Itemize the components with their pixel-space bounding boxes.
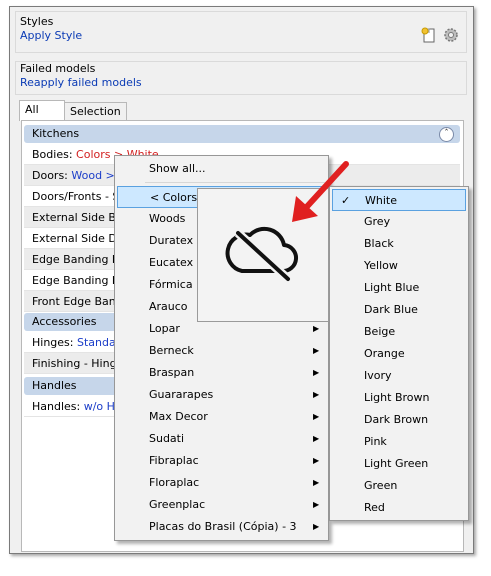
colors-submenu: ✓ White Grey Black Yellow Light Blue Dark…	[329, 186, 469, 521]
color-item-black[interactable]: Black	[332, 233, 466, 255]
tab-selection[interactable]: Selection	[64, 102, 127, 121]
color-item-light-green[interactable]: Light Green	[332, 453, 466, 475]
color-item-light-blue[interactable]: Light Blue	[332, 277, 466, 299]
collapse-icon[interactable]: ˆ	[439, 127, 454, 142]
new-document-icon[interactable]	[420, 26, 438, 44]
color-item-red[interactable]: Red	[332, 497, 466, 519]
submenu-arrow-icon: ▶	[313, 346, 320, 355]
submenu-arrow-icon: ▶	[313, 412, 320, 421]
color-item-yellow[interactable]: Yellow	[332, 255, 466, 277]
section-title: Handles	[32, 379, 77, 392]
apply-style-link[interactable]: Apply Style	[20, 29, 82, 42]
menu-item-berneck[interactable]: Berneck ▶	[117, 340, 326, 362]
tab-all[interactable]: All	[19, 100, 65, 121]
submenu-arrow-icon: ▶	[313, 522, 320, 531]
menu-item-greenplac[interactable]: Greenplac ▶	[117, 494, 326, 516]
color-item-green[interactable]: Green	[332, 475, 466, 497]
submenu-arrow-icon: ▶	[313, 390, 320, 399]
red-arrow-icon	[292, 161, 349, 222]
color-item-pink[interactable]: Pink	[332, 431, 466, 453]
menu-item-guararapes[interactable]: Guararapes ▶	[117, 384, 326, 406]
menu-item-fibraplac[interactable]: Fibraplac ▶	[117, 450, 326, 472]
menu-item-placas-do-brasil[interactable]: Placas do Brasil (Cópia) - 3 ▶	[117, 516, 326, 538]
section-header-kitchens[interactable]: Kitchens ˆ	[24, 125, 460, 143]
submenu-arrow-icon: ▶	[313, 500, 320, 509]
submenu-arrow-icon: ▶	[313, 456, 320, 465]
submenu-arrow-icon: ▶	[313, 478, 320, 487]
color-item-dark-brown[interactable]: Dark Brown	[332, 409, 466, 431]
gear-icon[interactable]	[442, 26, 460, 44]
menu-item-floraplac[interactable]: Floraplac ▶	[117, 472, 326, 494]
submenu-arrow-icon: ▶	[313, 434, 320, 443]
color-item-ivory[interactable]: Ivory	[332, 365, 466, 387]
color-item-light-brown[interactable]: Light Brown	[332, 387, 466, 409]
color-item-grey[interactable]: Grey	[332, 211, 466, 233]
submenu-arrow-icon: ▶	[313, 368, 320, 377]
section-title: Accessories	[32, 315, 97, 328]
reapply-failed-link[interactable]: Reapply failed models	[20, 76, 142, 89]
section-title: Kitchens	[32, 127, 80, 140]
failed-models-title: Failed models	[20, 62, 96, 75]
color-item-dark-blue[interactable]: Dark Blue	[332, 299, 466, 321]
menu-item-braspan[interactable]: Braspan ▶	[117, 362, 326, 384]
color-item-orange[interactable]: Orange	[332, 343, 466, 365]
color-item-white[interactable]: ✓ White	[332, 189, 466, 211]
failed-models-group: Failed models Reapply failed models	[15, 61, 467, 95]
menu-item-sudati[interactable]: Sudati ▶	[117, 428, 326, 450]
styles-title: Styles	[20, 15, 54, 28]
menu-item-max-decor[interactable]: Max Decor ▶	[117, 406, 326, 428]
styles-group: Styles Apply Style	[15, 11, 467, 53]
color-item-beige[interactable]: Beige	[332, 321, 466, 343]
